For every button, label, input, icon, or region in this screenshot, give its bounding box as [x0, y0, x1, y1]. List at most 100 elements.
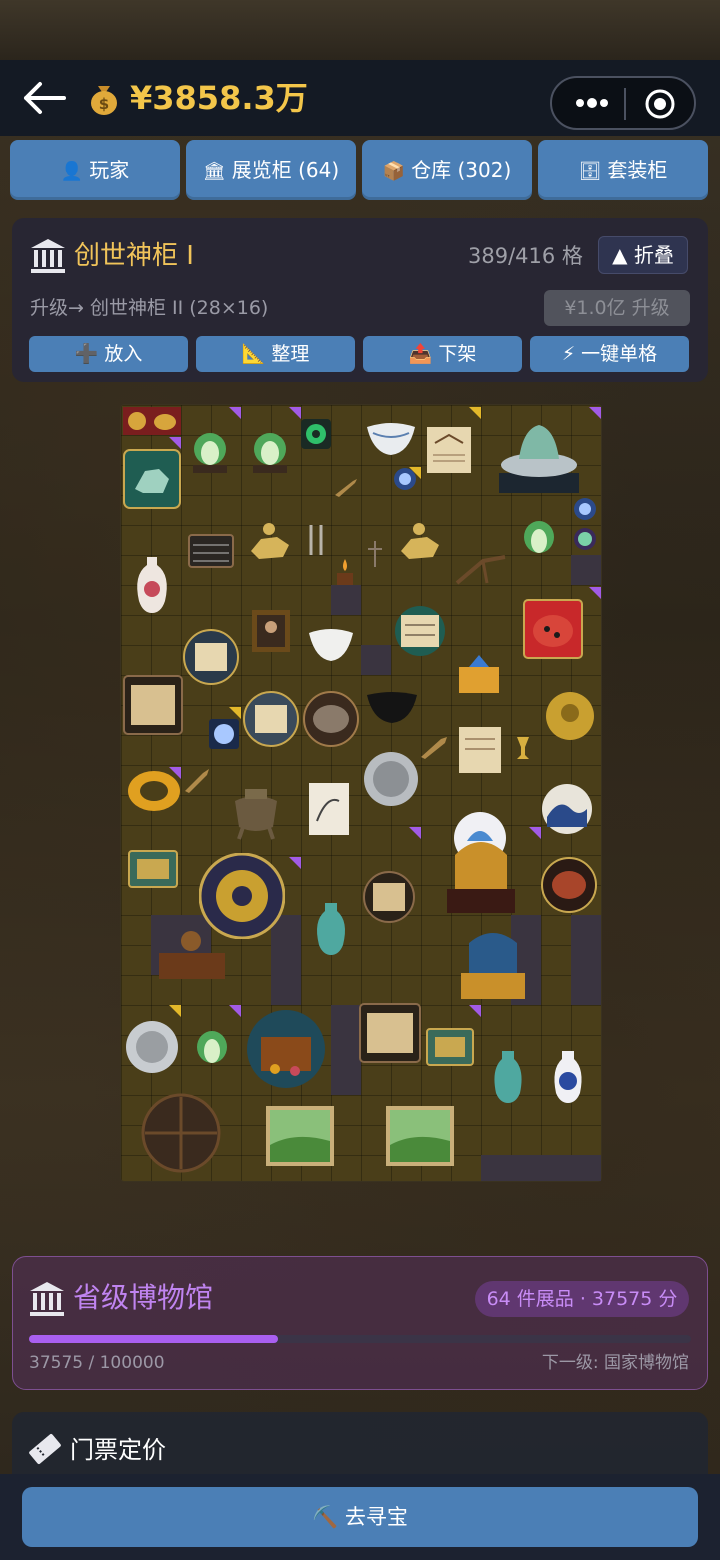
dagger-item[interactable] — [333, 477, 359, 497]
bronze-carriage-item[interactable] — [155, 923, 229, 985]
museum-score: 37575 / 100000 — [29, 1353, 165, 1373]
arrange-button[interactable]: 📐 整理 — [196, 336, 355, 372]
upgrade-button[interactable]: ¥1.0亿 升级 — [544, 290, 690, 326]
mini-program-capsule — [550, 76, 696, 130]
back-button[interactable] — [22, 78, 72, 118]
empty-cell[interactable] — [331, 1005, 361, 1095]
silver-coin-item[interactable] — [125, 1019, 179, 1075]
map-coin-item[interactable] — [183, 629, 239, 685]
golden-ring-item[interactable] — [125, 767, 183, 815]
crystal-ball-item[interactable] — [209, 719, 239, 749]
white-bowl-item[interactable] — [307, 625, 355, 663]
tab-showcase[interactable]: 🏛 展览柜 (64) — [186, 140, 356, 200]
cross-item[interactable] — [365, 539, 385, 569]
jade-cabbage-item[interactable] — [187, 427, 233, 475]
abacus-item[interactable] — [187, 531, 235, 571]
chopsticks-item[interactable] — [303, 523, 329, 557]
black-bowl-item[interactable] — [365, 689, 419, 725]
jade-cabbage-item[interactable] — [517, 515, 561, 563]
famille-rose-vase-item[interactable] — [131, 555, 173, 615]
rarity-flag — [529, 827, 541, 839]
tab-player[interactable]: 👤 玩家 — [10, 140, 180, 200]
more-dots-icon[interactable] — [570, 88, 614, 118]
jade-disc-item[interactable] — [301, 419, 331, 449]
golden-tray-item[interactable] — [425, 1027, 475, 1067]
goblet-item[interactable] — [515, 735, 531, 761]
treasure-map-item[interactable] — [359, 1003, 421, 1063]
put-in-button[interactable]: ➕ 放入 — [29, 336, 188, 372]
jade-vase-item[interactable] — [311, 901, 351, 957]
blue-gem-item[interactable] — [573, 497, 597, 521]
jade-throne-item[interactable] — [493, 415, 585, 495]
jade-vase-item[interactable] — [489, 1049, 527, 1105]
rarity-flag — [229, 407, 241, 419]
empty-cell[interactable] — [331, 585, 361, 615]
great-wave-item[interactable] — [541, 783, 593, 835]
jeweled-crown-item[interactable] — [441, 819, 521, 915]
golden-throne-item[interactable] — [455, 923, 531, 1001]
map-coin-item[interactable] — [361, 871, 417, 923]
dagger-item[interactable] — [419, 735, 449, 759]
target-circle-icon[interactable] — [644, 88, 676, 120]
cabinet-capacity: 389/416 格 — [468, 244, 583, 268]
ticket-icon — [29, 1434, 61, 1464]
ticket-pricing-section[interactable]: 门票定价 — [12, 1412, 708, 1482]
horse-rider-statue-item[interactable] — [245, 517, 295, 565]
document-coin-item[interactable] — [243, 691, 299, 747]
rarity-flag — [589, 587, 601, 599]
user-icon: 👤 — [60, 161, 84, 182]
cabinet-icon: 🗄 — [578, 161, 602, 182]
museum-level-card: 省级博物馆 64 件展品 · 37575 分 37575 / 100000 下一… — [12, 1256, 708, 1390]
wooden-shield-item[interactable] — [139, 1093, 223, 1173]
meteorite-item[interactable] — [541, 857, 597, 913]
plus-icon: ➕ — [74, 343, 99, 365]
jade-cabbage-item[interactable] — [247, 427, 293, 475]
arrow-left-icon — [24, 82, 66, 114]
sketch-drawing-item[interactable] — [307, 781, 351, 837]
dagger-item[interactable] — [183, 767, 211, 793]
action-label: 整理 — [271, 343, 310, 365]
blue-white-vase-item[interactable] — [549, 1049, 587, 1105]
manuscript-item[interactable] — [425, 425, 473, 475]
opal-item[interactable] — [573, 527, 597, 551]
empty-cell[interactable] — [571, 555, 601, 585]
museum-progress-bar — [29, 1335, 691, 1343]
empty-cell[interactable] — [571, 915, 601, 1005]
porcelain-bowl-item[interactable] — [365, 419, 417, 457]
tab-set-cabinet[interactable]: 🗄 套装柜 — [538, 140, 708, 200]
oil-lamp-item[interactable] — [333, 557, 357, 587]
bottom-bar: ⛏️ 去寻宝 — [0, 1474, 720, 1560]
one-click-single-button[interactable]: ⚡ 一键单格 — [530, 336, 689, 372]
jade-horse-item[interactable] — [123, 449, 181, 509]
go-treasure-hunt-button[interactable]: ⛏️ 去寻宝 — [22, 1487, 698, 1547]
treasure-chest-item[interactable] — [245, 1009, 327, 1089]
treasure-map-item[interactable] — [123, 675, 183, 735]
landscape-painting-item[interactable] — [385, 1105, 455, 1167]
fold-button[interactable]: ▲ 折叠 — [598, 236, 688, 274]
silver-coin-item[interactable] — [363, 751, 419, 807]
pumpkin-painting-item[interactable] — [523, 599, 583, 659]
golden-box-item[interactable] — [455, 651, 505, 697]
scroll-seal-item[interactable] — [393, 605, 447, 657]
empty-cell[interactable] — [481, 1155, 601, 1181]
portrait-painting-item[interactable] — [251, 609, 291, 653]
action-label: 一键单格 — [581, 343, 658, 365]
old-letter-item[interactable] — [457, 725, 503, 775]
landscape-painting-item[interactable] — [265, 1105, 335, 1167]
jade-cabbage-item[interactable] — [191, 1025, 233, 1071]
showcase-grid[interactable] — [120, 404, 602, 1182]
blue-gem-item[interactable] — [393, 467, 417, 491]
tab-warehouse[interactable]: 📦 仓库 (302) — [362, 140, 532, 200]
museum-icon — [30, 1282, 64, 1316]
remove-button[interactable]: 📤 下架 — [363, 336, 522, 372]
empty-cell[interactable] — [361, 645, 391, 675]
horse-rider-statue-item[interactable] — [395, 517, 445, 565]
golden-tray-item[interactable] — [127, 849, 179, 889]
gold-ingot-item[interactable] — [123, 407, 181, 435]
rarity-flag — [229, 707, 241, 719]
gold-portrait-coin-item[interactable] — [545, 691, 595, 741]
bronze-censer-item[interactable] — [221, 771, 291, 841]
ticket-pricing-title: 门票定价 — [70, 1436, 166, 1464]
crossbow-item[interactable] — [453, 553, 509, 587]
geode-plate-item[interactable] — [303, 691, 359, 747]
